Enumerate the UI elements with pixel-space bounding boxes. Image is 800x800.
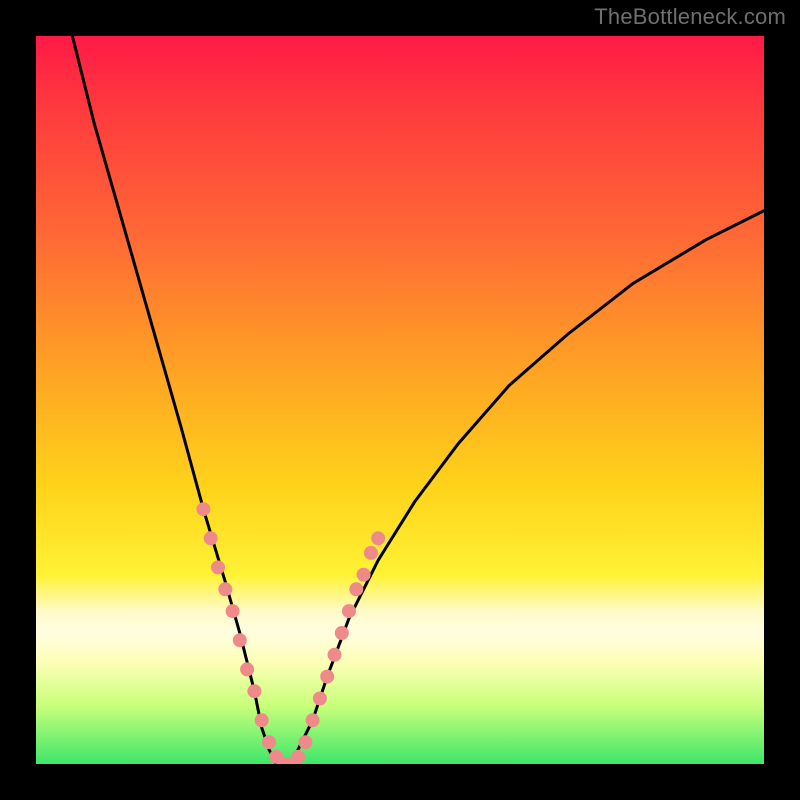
marker-dot xyxy=(335,626,349,640)
marker-dot xyxy=(233,633,247,647)
curve-svg xyxy=(36,36,764,764)
chart-frame: TheBottleneck.com xyxy=(0,0,800,800)
marker-dot xyxy=(320,670,334,684)
marker-dot xyxy=(226,604,240,618)
plot-area xyxy=(36,36,764,764)
marker-dot xyxy=(262,735,276,749)
marker-dot xyxy=(255,713,269,727)
highlight-dots xyxy=(196,502,385,764)
marker-dot xyxy=(211,560,225,574)
marker-dot xyxy=(218,582,232,596)
marker-dot xyxy=(204,531,218,545)
marker-dot xyxy=(342,604,356,618)
marker-dot xyxy=(298,735,312,749)
marker-dot xyxy=(328,648,342,662)
marker-dot xyxy=(306,713,320,727)
marker-dot xyxy=(357,568,371,582)
watermark-text: TheBottleneck.com xyxy=(594,4,786,30)
marker-dot xyxy=(196,502,210,516)
marker-dot xyxy=(313,692,327,706)
marker-dot xyxy=(291,750,305,764)
marker-dot xyxy=(364,546,378,560)
marker-dot xyxy=(240,662,254,676)
marker-dot xyxy=(371,531,385,545)
marker-dot xyxy=(349,582,363,596)
marker-dot xyxy=(247,684,261,698)
bottleneck-curve xyxy=(72,36,764,764)
